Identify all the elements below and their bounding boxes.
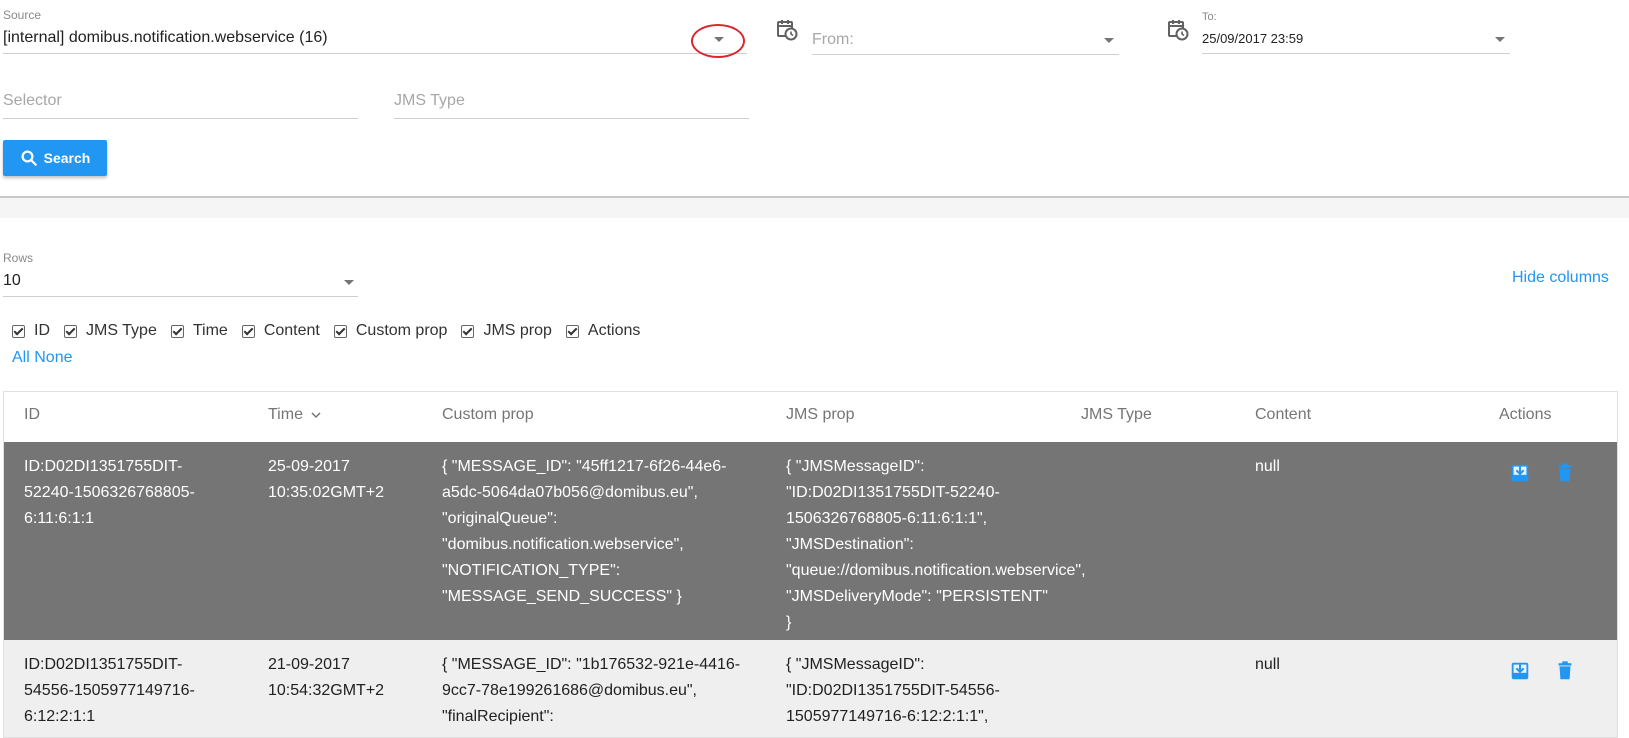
toggle-label: JMS prop xyxy=(483,322,552,339)
selector-placeholder: Selector xyxy=(3,92,62,109)
source-value: [internal] domibus.notification.webservi… xyxy=(3,29,328,46)
select-none-link[interactable]: None xyxy=(34,349,72,366)
header-jms-type[interactable]: JMS Type xyxy=(1081,406,1152,424)
header-custom-prop[interactable]: Custom prop xyxy=(442,406,534,424)
delete-icon[interactable] xyxy=(1554,660,1576,682)
header-id[interactable]: ID xyxy=(24,406,40,424)
messages-table: ID Time Custom prop JMS prop JMS Type Co… xyxy=(3,391,1618,738)
checkbox[interactable] xyxy=(461,324,475,338)
to-value: 25/09/2017 23:59 xyxy=(1202,31,1304,46)
header-content[interactable]: Content xyxy=(1255,406,1311,424)
jms-type-placeholder: JMS Type xyxy=(394,92,465,109)
cell-time: 25-09-2017 10:35:02GMT+2 xyxy=(268,458,385,501)
cell-custom-prop: { "MESSAGE_ID": "45ff1217-6f26-44e6- a5d… xyxy=(442,458,727,605)
highlight-circle xyxy=(691,24,745,58)
calendar-clock-icon[interactable] xyxy=(1166,18,1190,42)
select-links: All None xyxy=(12,349,72,367)
column-toggles: ID JMS Type Time Content Custom prop JMS… xyxy=(12,322,654,340)
toggle-label: Custom prop xyxy=(355,322,448,339)
toggle-label: JMS Type xyxy=(86,322,157,339)
to-underline xyxy=(1202,53,1510,54)
sort-desc-icon xyxy=(311,412,321,419)
table-row[interactable]: ID:D02DI1351755DIT- 52240-1506326768805-… xyxy=(4,442,1617,640)
table-row[interactable]: ID:D02DI1351755DIT- 54556-1505977149716-… xyxy=(4,640,1617,737)
checkbox[interactable] xyxy=(64,324,77,338)
cell-custom-prop: { "MESSAGE_ID": "1b176532-921e-4416- 9cc… xyxy=(442,656,741,725)
checkbox[interactable] xyxy=(241,324,255,338)
move-message-icon[interactable] xyxy=(1509,660,1531,682)
cell-time: 21-09-2017 10:54:32GMT+2 xyxy=(268,656,385,699)
toggle-id[interactable]: ID xyxy=(12,322,50,340)
source-label: Source xyxy=(3,8,42,22)
checkbox[interactable] xyxy=(565,324,579,338)
hide-columns-link[interactable]: Hide columns xyxy=(1512,269,1609,287)
to-label: To: xyxy=(1202,11,1217,23)
rows-value: 10 xyxy=(3,272,21,289)
cell-jms-prop: { "JMSMessageID": "ID:D02DI1351755DIT-54… xyxy=(786,656,1000,725)
checkbox[interactable] xyxy=(170,324,184,338)
cell-content: null xyxy=(1255,458,1280,475)
toggle-label: ID xyxy=(34,322,50,339)
toggle-label: Actions xyxy=(587,322,641,339)
cell-id: ID:D02DI1351755DIT- 52240-1506326768805-… xyxy=(24,458,195,527)
table-header: ID Time Custom prop JMS prop JMS Type Co… xyxy=(4,392,1617,442)
toggle-jms-prop[interactable]: JMS prop xyxy=(461,322,552,340)
header-time[interactable]: Time xyxy=(268,406,321,424)
from-underline xyxy=(812,54,1119,55)
to-dropdown-arrow-icon[interactable] xyxy=(1495,37,1505,42)
jms-type-underline xyxy=(394,118,749,119)
checkbox[interactable] xyxy=(12,324,25,338)
cell-content: null xyxy=(1255,656,1280,673)
rows-dropdown-arrow-icon[interactable] xyxy=(344,280,354,285)
toggle-custom-prop[interactable]: Custom prop xyxy=(333,322,448,340)
select-all-link[interactable]: All xyxy=(12,349,30,366)
from-dropdown-arrow-icon[interactable] xyxy=(1104,38,1114,43)
header-time-label: Time xyxy=(268,406,303,423)
search-icon xyxy=(21,150,37,166)
section-divider xyxy=(0,196,1629,218)
source-underline xyxy=(3,53,747,54)
toggle-label: Content xyxy=(263,322,320,339)
move-message-icon[interactable] xyxy=(1509,462,1531,484)
header-actions: Actions xyxy=(1499,406,1552,423)
checkbox[interactable] xyxy=(333,324,347,338)
search-button[interactable]: Search xyxy=(3,140,107,176)
delete-icon[interactable] xyxy=(1554,462,1576,484)
toggle-actions[interactable]: Actions xyxy=(565,322,641,340)
toggle-label: Time xyxy=(192,322,228,339)
toggle-time[interactable]: Time xyxy=(170,322,228,340)
cell-id: ID:D02DI1351755DIT- 54556-1505977149716-… xyxy=(24,656,195,725)
cell-jms-prop: { "JMSMessageID": "ID:D02DI1351755DIT-52… xyxy=(786,458,1086,631)
toggle-content[interactable]: Content xyxy=(241,322,320,340)
toggle-jms-type[interactable]: JMS Type xyxy=(64,322,157,340)
search-button-label: Search xyxy=(43,150,91,166)
calendar-clock-icon[interactable] xyxy=(775,18,799,42)
rows-label: Rows xyxy=(3,251,34,265)
rows-underline xyxy=(3,296,358,297)
selector-underline xyxy=(3,118,358,119)
header-jms-prop[interactable]: JMS prop xyxy=(786,406,854,424)
from-placeholder: From: xyxy=(812,31,854,48)
